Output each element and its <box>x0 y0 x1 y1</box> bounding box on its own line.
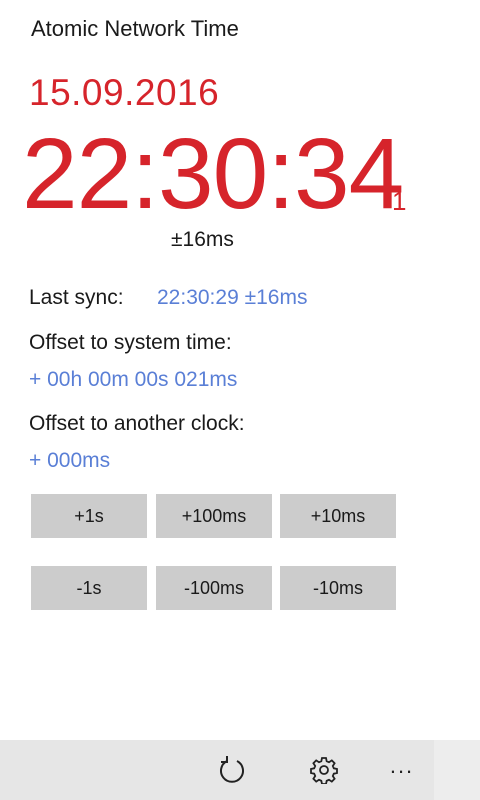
minus-1s-button[interactable]: -1s <box>31 566 147 610</box>
current-date: 15.09.2016 <box>29 72 220 113</box>
refresh-button[interactable] <box>212 750 252 790</box>
offset-system-value: + 00h 00m 00s 021ms <box>29 368 238 391</box>
app-bar: ... <box>0 740 480 800</box>
settings-button[interactable] <box>304 750 344 790</box>
plus-10ms-button[interactable]: +10ms <box>280 494 396 538</box>
offset-system-label: Offset to system time: <box>29 331 232 354</box>
last-sync-label: Last sync: <box>29 286 124 309</box>
more-icon: ... <box>389 753 415 778</box>
offset-clock-value: + 000ms <box>29 449 111 472</box>
offset-clock-label: Offset to another clock: <box>29 412 245 435</box>
plus-100ms-button[interactable]: +100ms <box>156 494 272 538</box>
last-sync-value: 22:30:29 ±16ms <box>157 286 308 309</box>
gear-icon <box>310 757 338 784</box>
app-title: Atomic Network Time <box>31 16 239 41</box>
plus-1s-button[interactable]: +1s <box>31 494 147 538</box>
minus-10ms-button[interactable]: -10ms <box>280 566 396 610</box>
minus-100ms-button[interactable]: -100ms <box>156 566 272 610</box>
time-accuracy: ±16ms <box>171 228 234 251</box>
app-bar-edge <box>434 740 480 800</box>
refresh-icon <box>220 756 244 783</box>
current-time: 22:30:34 <box>22 118 404 230</box>
app-window: Atomic Network Time 15.09.2016 22:30:34 … <box>0 0 480 800</box>
time-tenths: 1 <box>392 186 407 216</box>
more-button[interactable]: ... <box>382 750 422 790</box>
